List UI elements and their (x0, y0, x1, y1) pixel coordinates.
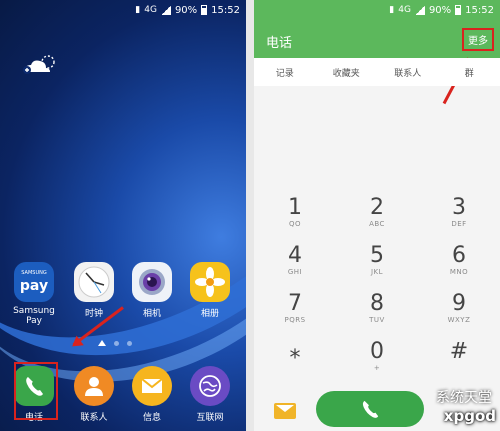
dialer-screen: ▮ 4G 90% 15:52 电话 更多 记录 收藏夹 联系人 群 1 QO 2A… (254, 0, 500, 431)
key-star[interactable]: ⁎ (254, 340, 336, 374)
watermark-en: xpgod (443, 407, 496, 425)
phone-icon (362, 400, 379, 418)
key-9[interactable]: 9 WXYZ (418, 292, 500, 326)
key-0[interactable]: 0 + (336, 340, 418, 374)
battery-percent: 90% (174, 4, 198, 16)
clock-icon (74, 262, 114, 302)
key-3[interactable]: 3 DEF (418, 196, 500, 230)
bottom-bar: 系统天堂 xpgod (254, 379, 500, 431)
status-bar: ▮ 4G 90% 15:52 (254, 0, 500, 20)
key-4[interactable]: 4 GHI (254, 244, 336, 278)
battery-icon (455, 5, 462, 15)
battery-icon (201, 5, 208, 15)
home-screen: ▮ 4G 90% 15:52 SAMSUNG pay Samsung Pay 时… (0, 0, 246, 431)
status-bar: ▮ 4G 90% 15:52 (0, 0, 246, 20)
camera-icon (132, 262, 172, 302)
network-type: 4G (144, 4, 157, 15)
tab-groups[interactable]: 群 (439, 58, 500, 86)
message-icon[interactable] (274, 403, 296, 419)
signal-icon (414, 5, 425, 15)
more-button[interactable]: 更多 (462, 28, 494, 51)
key-hash[interactable]: # (418, 340, 500, 374)
samsung-pay-icon: SAMSUNG pay (14, 262, 54, 302)
page-title: 电话 (266, 36, 293, 51)
tab-logs[interactable]: 记录 (254, 58, 316, 86)
signal-icon (160, 5, 171, 15)
app-samsung-pay[interactable]: SAMSUNG pay Samsung Pay (6, 262, 62, 326)
weather-widget-icon[interactable] (18, 50, 64, 76)
divider (246, 0, 254, 431)
tab-favorites[interactable]: 收藏夹 (316, 58, 378, 86)
clock-time: 15:52 (465, 4, 494, 16)
tab-contacts[interactable]: 联系人 (377, 58, 439, 86)
sim-icon: ▮ (389, 4, 395, 15)
call-button[interactable] (316, 391, 424, 427)
key-7[interactable]: 7 PQRS (254, 292, 336, 326)
network-type: 4G (398, 4, 411, 15)
app-gallery[interactable]: 相册 (182, 262, 238, 319)
app-messages[interactable]: 信息 (124, 366, 180, 423)
app-contacts[interactable]: 联系人 (66, 366, 122, 423)
home-page-icon (98, 340, 106, 346)
key-5[interactable]: 5 JKL (336, 244, 418, 278)
page-indicator[interactable] (98, 340, 132, 346)
contacts-icon (74, 366, 114, 406)
phone-highlight-box (14, 362, 58, 420)
tab-bar: 记录 收藏夹 联系人 群 (254, 58, 500, 86)
battery-percent: 90% (428, 4, 452, 16)
internet-icon (190, 366, 230, 406)
gallery-icon (190, 262, 230, 302)
app-clock[interactable]: 时钟 (66, 262, 122, 319)
app-camera[interactable]: 相机 (124, 262, 180, 319)
key-1[interactable]: 1 QO (254, 196, 336, 230)
clock-time: 15:52 (211, 4, 240, 16)
sim-icon: ▮ (135, 4, 141, 15)
key-6[interactable]: 6 MNO (418, 244, 500, 278)
key-8[interactable]: 8 TUV (336, 292, 418, 326)
watermark-cn: 系统天堂 (436, 390, 492, 406)
key-2[interactable]: 2 ABC (336, 196, 418, 230)
app-internet[interactable]: 互联网 (182, 366, 238, 423)
messages-icon (132, 366, 172, 406)
